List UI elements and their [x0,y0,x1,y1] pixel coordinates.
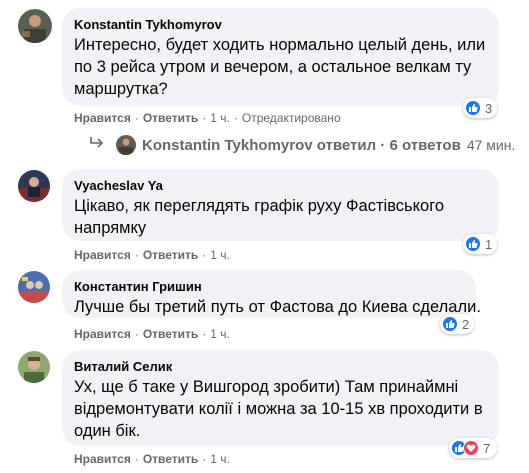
comment-actions: Нравится · Ответить · 1 ч. [74,248,230,262]
avatar-photo-icon [18,9,52,43]
avatar-photo-icon [18,351,50,383]
love-icon [463,440,479,456]
edited-label[interactable]: Отредактировано [242,111,341,125]
reply-button[interactable]: Ответить [143,327,198,341]
reaction-badge[interactable]: 3 [463,98,497,118]
like-icon [465,100,481,116]
view-replies-link[interactable]: Konstantin Tykhomyrov ответил · 6 ответо… [88,135,515,155]
comment-text: Ух, ще б таке у Вишгород зробити) Там пр… [74,378,483,440]
reply-summary[interactable]: Konstantin Tykhomyrov ответил · 6 ответо… [142,137,461,154]
comment-actions: Нравится · Ответить · 1 ч. [74,327,230,341]
comment-bubble: Константин Гришин Лучше бы третий путь о… [62,270,481,318]
avatar-photo-icon [18,170,50,202]
reaction-badge[interactable]: 1 [463,234,497,254]
reaction-count: 2 [462,316,470,332]
comment-bubble: Виталий Селик Ух, ще б таке у Вишгород з… [62,350,499,446]
avatar[interactable] [18,9,52,43]
comment-time[interactable]: 1 ч. [210,327,230,341]
like-icon [442,316,458,332]
reply-button[interactable]: Ответить [143,452,198,466]
like-button[interactable]: Нравится [74,452,131,466]
comment-author[interactable]: Константин Гришин [74,278,464,295]
comment-text: Цікаво, як переглядять графік руху Фасті… [74,197,445,237]
reaction-badge[interactable]: 2 [440,314,474,334]
comment-time[interactable]: 1 ч. [210,452,230,466]
reply-time: 47 мин. [466,137,516,153]
comment-text: Лучше бы третий путь от Фастова до Киева… [74,298,481,316]
comment-time[interactable]: 1 ч. [210,248,230,262]
reaction-count: 7 [483,440,491,456]
reaction-badge[interactable]: 7 [449,438,497,458]
avatar [116,135,136,155]
comment-bubble: Vyacheslav Ya Цікаво, як переглядять гра… [62,169,499,241]
avatar[interactable] [18,351,50,383]
like-button[interactable]: Нравится [74,248,131,262]
reply-button[interactable]: Ответить [143,248,198,262]
reply-arrow-icon [88,136,106,154]
comment-time[interactable]: 1 ч. [210,111,230,125]
comment-author[interactable]: Виталий Селик [74,358,487,375]
like-button[interactable]: Нравится [74,111,131,125]
comment-actions: Нравится · Ответить · 1 ч. · Отредактировано [74,111,341,125]
comment-author[interactable]: Konstantin Tykhomyrov [74,16,487,33]
like-icon [465,236,481,252]
avatar-photo-icon [18,271,50,303]
comment-bubble: Konstantin Tykhomyrov Интересно, будет х… [62,8,499,106]
reply-button[interactable]: Ответить [143,111,198,125]
reaction-count: 3 [485,100,493,116]
like-button[interactable]: Нравится [74,327,131,341]
comment-actions: Нравится · Ответить · 1 ч. [74,452,230,466]
comment-author[interactable]: Vyacheslav Ya [74,177,487,194]
comment-text: Интересно, будет ходить нормально целый … [74,36,486,98]
avatar[interactable] [18,271,50,303]
reaction-count: 1 [485,236,493,252]
avatar[interactable] [18,170,50,202]
